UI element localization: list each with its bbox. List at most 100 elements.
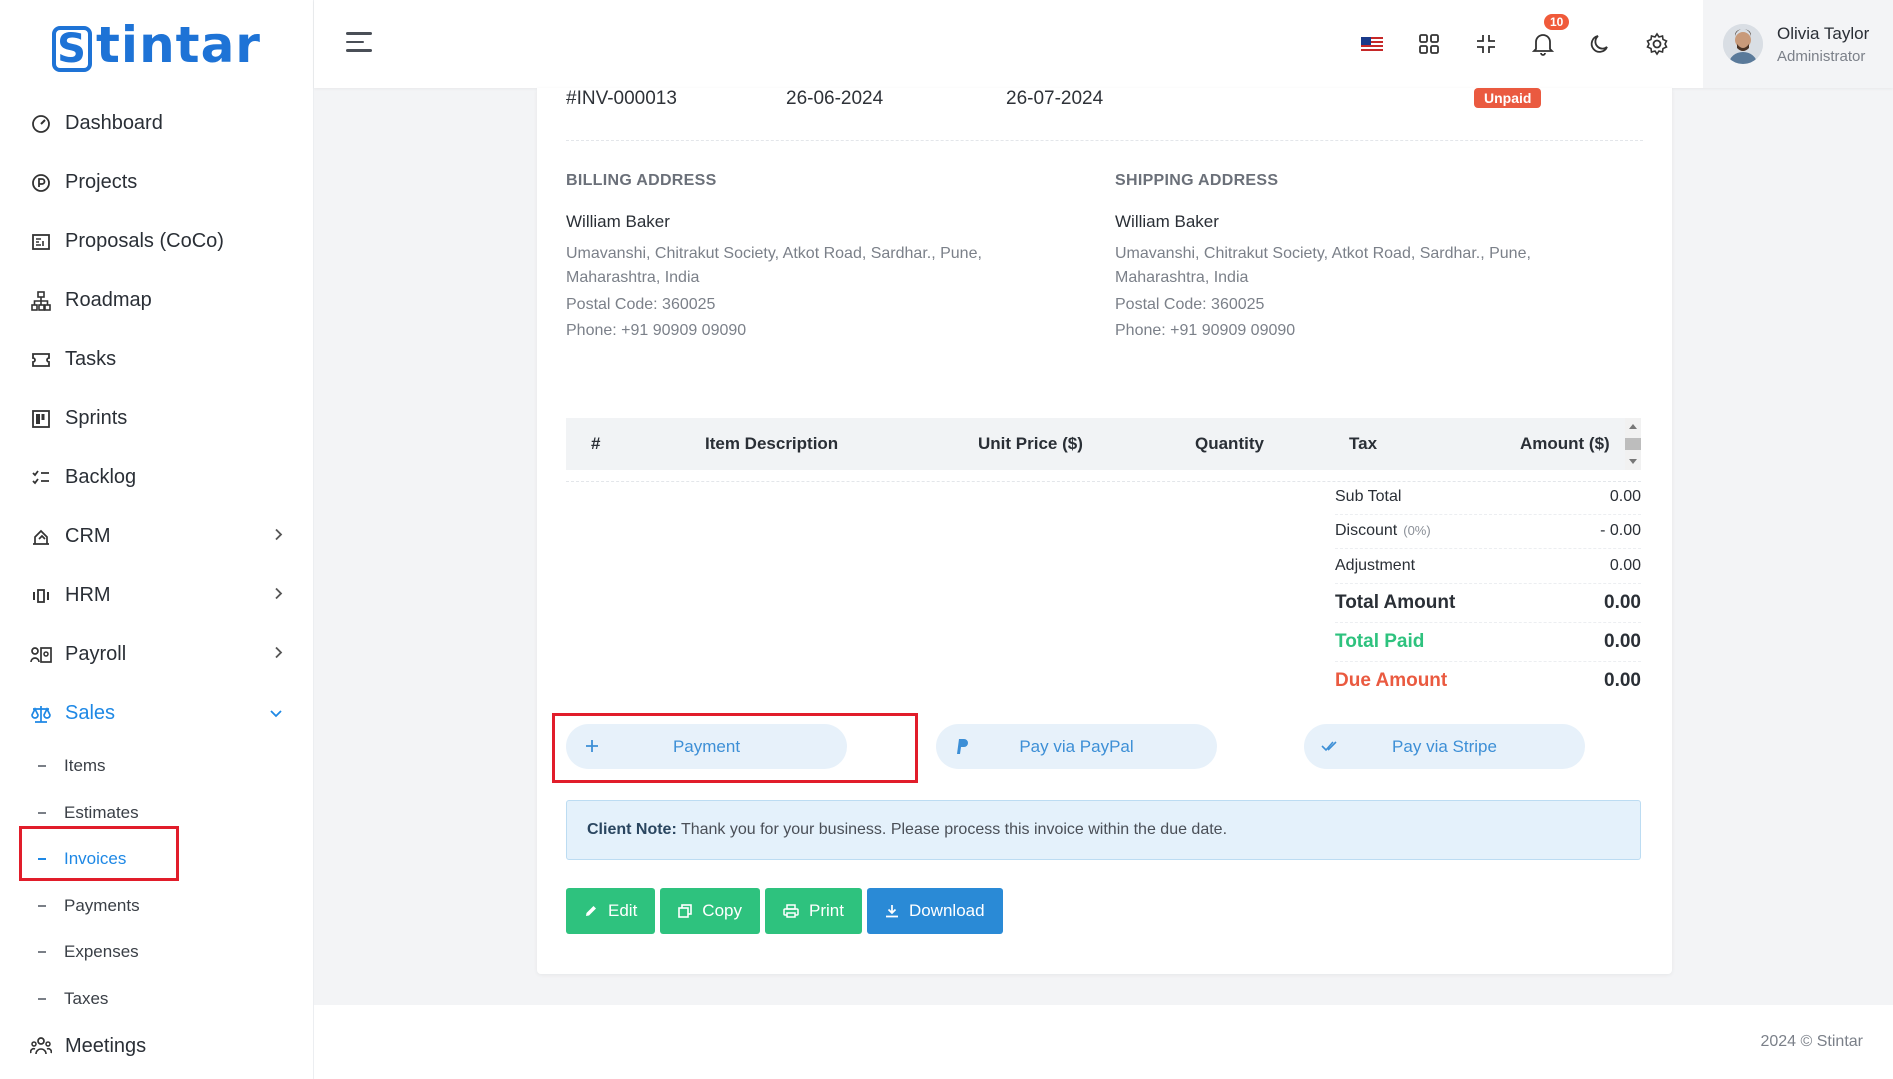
total-label: Total Amount xyxy=(1335,591,1456,613)
chevron-right-icon xyxy=(273,527,283,546)
footer-copyright: 2024 © Stintar xyxy=(1760,1033,1863,1050)
sidebar-item-label: Tasks xyxy=(65,348,117,370)
scale-icon xyxy=(30,703,52,725)
chevron-right-icon xyxy=(273,645,283,664)
brand-logo: Stintar xyxy=(52,16,261,74)
edit-button[interactable]: Edit xyxy=(566,888,656,934)
sidebar-item-label: Sprints xyxy=(65,407,128,429)
dash-icon xyxy=(38,858,46,861)
sidebar-sub-estimates[interactable]: Estimates xyxy=(0,790,313,837)
sidebar-item-dashboard[interactable]: Dashboard xyxy=(0,94,313,153)
sidebar-item-meetings[interactable]: Meetings xyxy=(0,1022,313,1070)
shipping-title: SHIPPING ADDRESS xyxy=(1115,172,1279,189)
sidebar-sub-items[interactable]: Items xyxy=(0,743,313,790)
paid-row: Total Paid 0.00 xyxy=(1335,623,1641,662)
table-scrollbar[interactable] xyxy=(1625,418,1641,470)
sidebar-sub-taxes[interactable]: Taxes xyxy=(0,976,313,1023)
sub-item-label: Payments xyxy=(64,895,140,915)
avatar xyxy=(1723,24,1763,64)
invoice-date: 26-06-2024 xyxy=(786,88,884,109)
sidebar-item-sprints[interactable]: Sprints xyxy=(0,389,313,448)
subtotal-value: 0.00 xyxy=(1609,487,1641,505)
download-button[interactable]: Download xyxy=(866,888,1003,934)
billing-street: Umavanshi, Chitrakut Society, Atkot Road… xyxy=(566,245,982,286)
users-icon xyxy=(30,585,52,607)
discount-label: Discount xyxy=(1335,522,1398,540)
billing-name: William Baker xyxy=(566,212,670,231)
sidebar-item-label: Payroll xyxy=(65,643,127,665)
adjustment-row: Adjustment 0.00 xyxy=(1335,549,1641,584)
user-role: Administrator xyxy=(1777,47,1866,65)
menu-toggle-icon[interactable] xyxy=(346,32,374,54)
handshake-icon xyxy=(30,526,52,548)
discount-value: - 0.00 xyxy=(1600,522,1641,540)
adjustment-label: Adjustment xyxy=(1335,556,1416,574)
apps-grid-icon[interactable] xyxy=(1400,0,1457,88)
sidebar-sub-payments[interactable]: Payments xyxy=(0,883,313,930)
language-flag-icon[interactable] xyxy=(1343,0,1400,88)
logo[interactable]: Stintar xyxy=(0,0,313,90)
sidebar-item-label: Meetings xyxy=(65,1034,147,1057)
sidebar-item-payroll[interactable]: Payroll xyxy=(0,625,313,684)
document-icon xyxy=(30,231,52,253)
settings-gear-icon[interactable] xyxy=(1628,0,1685,88)
gauge-icon xyxy=(30,113,52,135)
sidebar-item-label: Backlog xyxy=(65,466,137,488)
stripe-label: Pay via Stripe xyxy=(1392,737,1497,756)
invoice-card: #INV-000013 26-06-2024 26-07-2024 Unpaid… xyxy=(537,88,1672,974)
invoice-meta-row: #INV-000013 26-06-2024 26-07-2024 Unpaid xyxy=(566,88,1643,141)
sidebar-sub-expenses[interactable]: Expenses xyxy=(0,929,313,976)
due-value: 0.00 xyxy=(1604,670,1641,691)
fullscreen-exit-icon[interactable] xyxy=(1457,0,1514,88)
copy-label: Copy xyxy=(702,901,742,920)
add-payment-button[interactable]: Payment xyxy=(566,724,847,769)
notification-badge: 10 xyxy=(1544,14,1570,30)
pay-via-stripe-button[interactable]: Pay via Stripe xyxy=(1304,724,1585,769)
discount-percent: (0%) xyxy=(1403,523,1431,539)
billing-phone: Phone: +91 90909 09090 xyxy=(566,322,747,339)
user-profile[interactable]: Olivia Taylor Administrator xyxy=(1703,0,1893,88)
sidebar-sub-invoices[interactable]: Invoices xyxy=(0,836,313,883)
sub-item-label: Items xyxy=(64,756,106,776)
dash-icon xyxy=(38,811,46,814)
sidebar-item-label: Sales xyxy=(65,702,116,724)
col-unit-price: Unit Price ($) xyxy=(978,434,1083,453)
copy-button[interactable]: Copy xyxy=(660,888,760,934)
dash-icon xyxy=(38,997,46,1000)
chevron-right-icon xyxy=(273,586,283,605)
sales-submenu: Items Estimates Invoices Payments Expens… xyxy=(0,743,313,1022)
items-table-header: # Item Description Unit Price ($) Quanti… xyxy=(566,418,1641,470)
download-label: Download xyxy=(908,901,985,920)
status-badge: Unpaid xyxy=(1474,88,1542,108)
sidebar-item-backlog[interactable]: Backlog xyxy=(0,448,313,507)
sidebar-item-proposals[interactable]: Proposals (CoCo) xyxy=(0,212,313,271)
billing-postal: Postal Code: 360025 xyxy=(566,296,716,313)
sidebar-item-projects[interactable]: Projects xyxy=(0,153,313,212)
sidebar: Stintar Dashboard Projects Proposals (Co… xyxy=(0,0,314,1079)
pay-via-paypal-button[interactable]: Pay via PayPal xyxy=(936,724,1217,769)
notification-bell-icon[interactable]: 10 xyxy=(1514,0,1571,88)
sidebar-item-sales[interactable]: Sales xyxy=(0,684,313,743)
ticket-icon xyxy=(30,349,52,371)
col-tax: Tax xyxy=(1349,434,1378,453)
sidebar-item-hrm[interactable]: HRM xyxy=(0,566,313,625)
sub-item-label: Taxes xyxy=(64,988,109,1008)
sidebar-item-label: HRM xyxy=(65,584,111,606)
invoice-actions: Edit Copy Print Download xyxy=(566,888,1003,934)
client-note-text: Thank you for your business. Please proc… xyxy=(680,821,1228,838)
sub-item-label: Invoices xyxy=(64,849,127,869)
header-actions: 10 Olivia Taylor Administrator xyxy=(1343,0,1893,88)
subtotal-row: Sub Total 0.00 xyxy=(1335,480,1641,515)
top-header: 10 Olivia Taylor Administrator xyxy=(314,0,1893,88)
col-amount: Amount ($) xyxy=(1520,434,1610,453)
sidebar-item-roadmap[interactable]: Roadmap xyxy=(0,271,313,330)
print-button[interactable]: Print xyxy=(764,888,862,934)
pencil-icon xyxy=(584,904,598,918)
dash-icon xyxy=(38,765,46,768)
user-name: Olivia Taylor xyxy=(1777,23,1870,43)
sidebar-item-crm[interactable]: CRM xyxy=(0,507,313,566)
total-value: 0.00 xyxy=(1604,591,1641,613)
edit-label: Edit xyxy=(608,901,638,920)
sidebar-item-tasks[interactable]: Tasks xyxy=(0,330,313,389)
dark-mode-moon-icon[interactable] xyxy=(1571,0,1628,88)
